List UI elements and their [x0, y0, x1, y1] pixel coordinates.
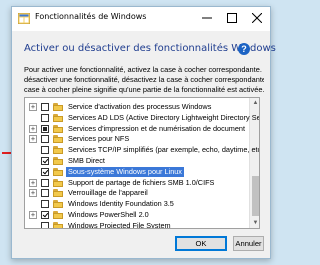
feature-label: Services pour NFS	[68, 134, 130, 144]
cancel-button[interactable]: Annuler	[233, 236, 264, 251]
feature-row[interactable]: Services AD LDS (Active Directory Lightw…	[25, 113, 259, 123]
folder-body	[53, 105, 63, 111]
feature-checkbox[interactable]	[41, 178, 49, 187]
folder-body	[53, 180, 63, 187]
instructions-text: Pour activer une fonctionnalité, activez…	[24, 65, 264, 95]
minimize-icon	[202, 17, 212, 19]
folder-icon	[53, 200, 63, 209]
feature-row[interactable]: Windows Projected File System	[25, 220, 249, 229]
close-icon	[252, 13, 262, 23]
folder-icon	[53, 135, 63, 144]
minimize-button[interactable]	[194, 7, 220, 29]
feature-checkbox[interactable]	[41, 103, 49, 111]
dialog-content: Activer ou désactiver des fonctionnalité…	[12, 31, 276, 258]
feature-checkbox[interactable]	[41, 221, 49, 228]
windows-features-dialog: Fonctionnalités de Windows Activer ou dé…	[11, 6, 276, 259]
folder-body	[53, 115, 63, 122]
feature-checkbox[interactable]	[41, 189, 49, 198]
folder-body	[53, 191, 63, 198]
scroll-up-arrow-icon[interactable]: ▲	[250, 98, 259, 108]
maximize-button[interactable]	[219, 7, 245, 29]
feature-checkbox[interactable]	[41, 167, 49, 176]
feature-label: Windows Projected File System	[68, 220, 171, 229]
feature-row[interactable]: Sous-système Windows pour Linux	[25, 166, 249, 177]
feature-label: Windows PowerShell 2.0	[68, 210, 149, 219]
feature-row[interactable]: + Service d'activation des processus Wind…	[25, 102, 249, 112]
feature-label: Service d'activation des processus Windo…	[68, 102, 212, 111]
feature-label: Services TCP/IP simplifiés (par exemple,…	[68, 145, 260, 155]
folder-icon	[53, 167, 63, 176]
folder-body	[53, 126, 63, 133]
expand-icon[interactable]: +	[29, 178, 37, 187]
scroll-thumb[interactable]	[252, 176, 259, 216]
folder-icon	[53, 157, 63, 165]
folder-icon	[53, 124, 63, 133]
feature-row[interactable]: + Support de partage de fichiers SMB 1.0/…	[25, 178, 249, 188]
close-button[interactable]	[244, 7, 270, 29]
maximize-icon	[227, 13, 237, 23]
feature-label: SMB Direct	[68, 156, 105, 165]
feature-checkbox[interactable]	[41, 113, 49, 122]
windows-features-icon	[18, 13, 30, 24]
folder-body	[53, 159, 63, 165]
expand-icon[interactable]: +	[29, 103, 37, 111]
title-bar: Fonctionnalités de Windows	[12, 7, 270, 31]
feature-row[interactable]: + Verrouillage de l'appareil	[25, 188, 249, 198]
ok-button[interactable]: OK	[175, 236, 227, 251]
feature-label: Services AD LDS (Active Directory Lightw…	[68, 112, 260, 122]
instructions-line: Pour activer une fonctionnalité, activez…	[24, 65, 264, 74]
expand-icon[interactable]: +	[29, 189, 37, 198]
feature-checkbox[interactable]	[41, 157, 49, 165]
folder-icon	[53, 146, 63, 155]
expand-icon[interactable]: +	[29, 135, 37, 144]
expand-icon[interactable]: +	[29, 211, 37, 219]
feature-checkbox[interactable]	[41, 146, 49, 155]
feature-label: Verrouillage de l'appareil	[68, 188, 148, 198]
instructions-line: désactiver une fonctionnalité, désactive…	[24, 75, 264, 84]
feature-label: Support de partage de fichiers SMB 1.0/C…	[68, 177, 215, 187]
feature-label: Services d'impression et de numérisation…	[68, 123, 246, 133]
feature-checkbox[interactable]	[41, 124, 49, 133]
feature-row[interactable]: Services TCP/IP simplifiés (par exemple,…	[25, 145, 259, 155]
window-title: Fonctionnalités de Windows	[35, 12, 147, 21]
folder-icon	[53, 221, 63, 228]
feature-row[interactable]: SMB Direct	[25, 156, 249, 166]
feature-row[interactable]: Windows Identity Foundation 3.5	[25, 199, 249, 209]
folder-icon	[53, 178, 63, 187]
feature-label: Windows Identity Foundation 3.5	[68, 199, 174, 209]
instructions-line: case à cocher pleine signifie qu'une par…	[24, 85, 264, 94]
folder-body	[53, 148, 63, 155]
folder-icon	[53, 103, 63, 111]
feature-checkbox[interactable]	[41, 200, 49, 209]
feature-checkbox[interactable]	[41, 135, 49, 144]
feature-checkbox[interactable]	[41, 211, 49, 219]
feature-label: Sous-système Windows pour Linux	[66, 166, 184, 177]
scroll-down-arrow-icon[interactable]: ▼	[250, 218, 259, 228]
folder-body	[53, 223, 63, 228]
folder-body	[53, 137, 63, 144]
folder-body	[53, 213, 63, 219]
folder-icon	[53, 189, 63, 198]
feature-tree-list[interactable]: ▲ ▼ + Service d'activation des processus …	[24, 97, 260, 229]
help-icon[interactable]: ?	[238, 43, 250, 55]
expand-icon[interactable]: +	[29, 124, 37, 133]
folder-body	[53, 202, 63, 209]
feature-row[interactable]: + Services d'impression et de numérisatio…	[25, 124, 249, 134]
feature-row[interactable]: + Windows PowerShell 2.0	[25, 210, 249, 220]
feature-row[interactable]: + Services pour NFS	[25, 134, 249, 144]
folder-body	[53, 169, 63, 176]
folder-icon	[53, 211, 63, 219]
folder-icon	[53, 113, 63, 122]
